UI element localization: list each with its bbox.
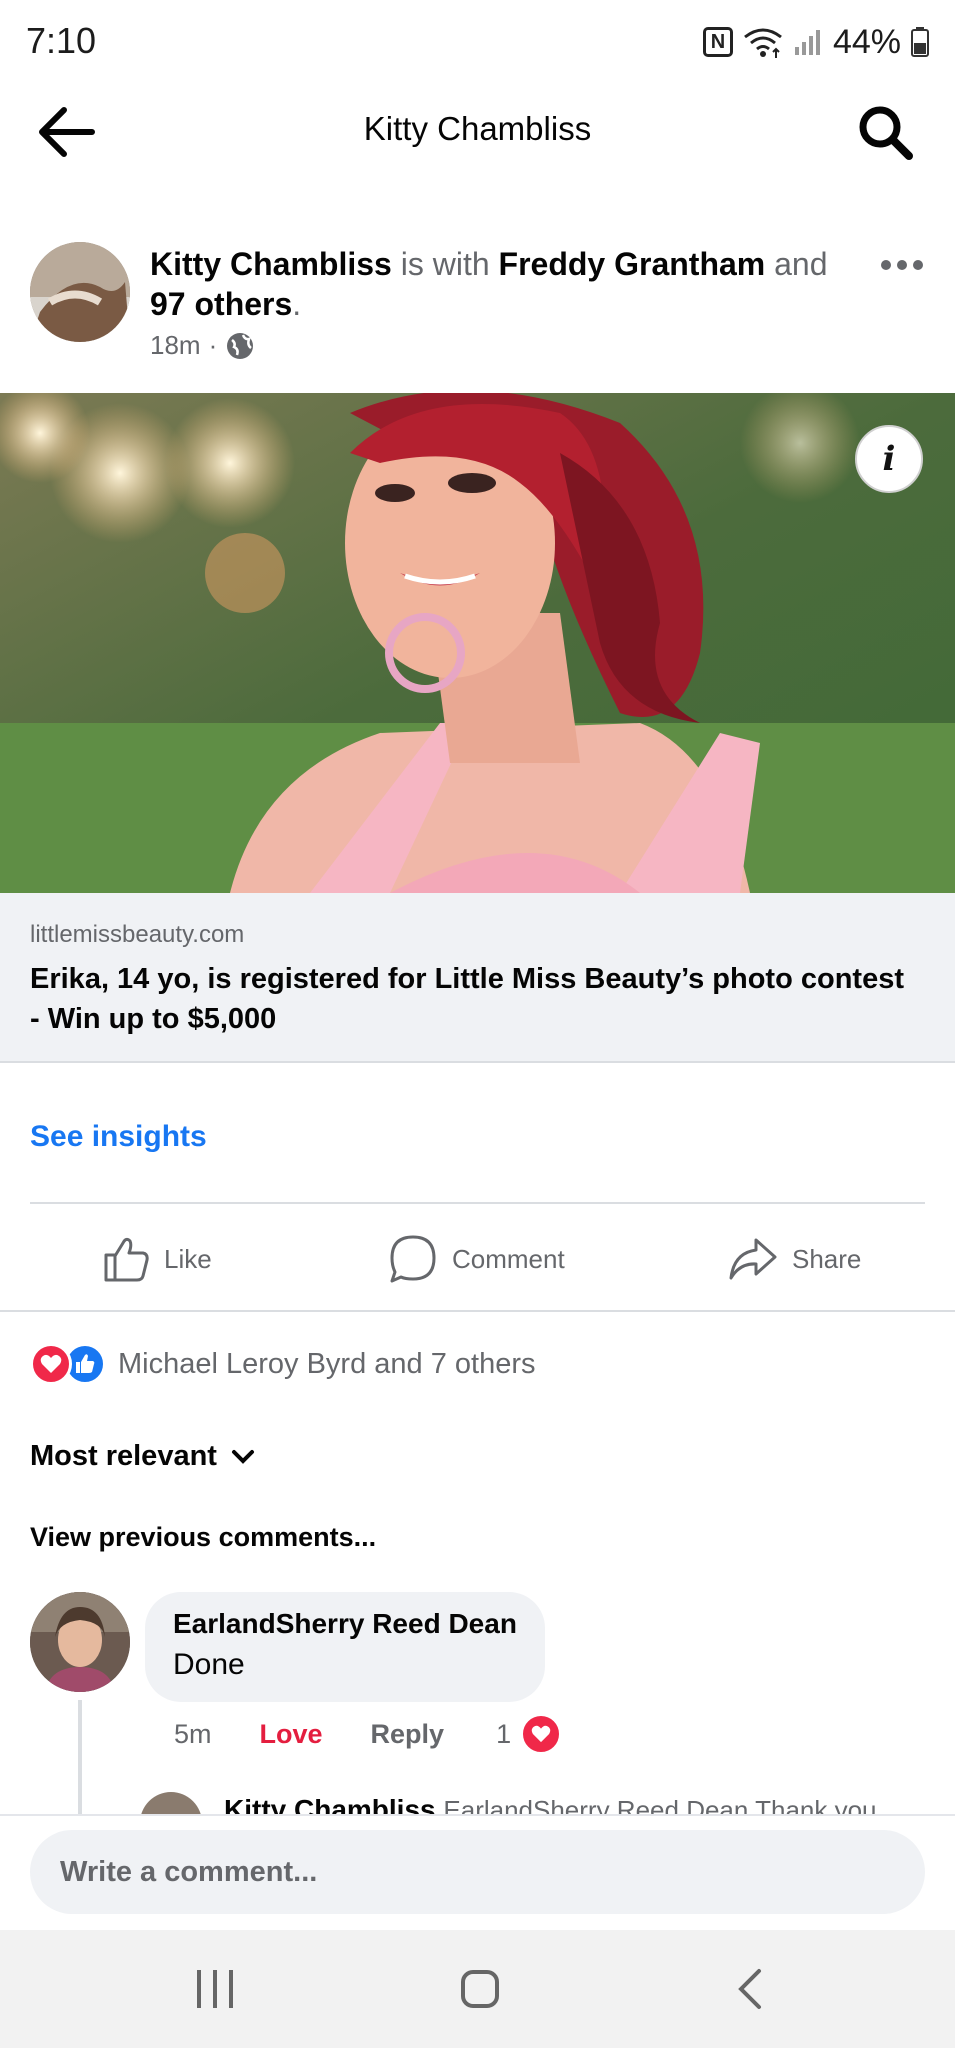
heart-icon	[40, 1354, 62, 1373]
comment-time: 5m	[174, 1718, 212, 1749]
link-domain: littlemissbeauty.com	[30, 921, 245, 948]
reply-text: Kitty Chambliss EarlandSherry Reed Dean …	[224, 1794, 877, 1814]
share-arrow-icon	[729, 1238, 777, 1280]
with-text: is with	[400, 246, 490, 282]
comment-bubble-icon	[390, 1235, 436, 1283]
nfc-icon: N	[702, 27, 733, 57]
avatar-photo	[30, 1592, 130, 1692]
comment-author[interactable]: EarlandSherry Reed Dean	[173, 1608, 517, 1640]
reactions-summary[interactable]: Michael Leroy Byrd and 7 others	[30, 1342, 536, 1386]
comment-button[interactable]: Comment	[388, 1234, 565, 1284]
comment-composer: Write a comment...	[0, 1814, 955, 1930]
post-header: Kitty Chambliss is with Freddy Grantham …	[0, 240, 955, 390]
post-meta: 18m ·	[150, 330, 255, 361]
dot-icon	[897, 260, 907, 270]
recents-button[interactable]	[190, 1964, 240, 2014]
photo-image	[0, 393, 955, 893]
system-nav-bar	[0, 1930, 955, 2048]
system-back-button[interactable]	[730, 1964, 770, 2014]
bar-icon	[229, 1970, 233, 2008]
chevron-left-icon	[738, 1969, 761, 2009]
comment-bubble[interactable]: EarlandSherry Reed Dean Done	[145, 1592, 545, 1702]
battery-icon	[911, 27, 929, 57]
status-time: 7:10	[26, 20, 97, 61]
avatar-photo	[30, 242, 130, 342]
page-title: Kitty Chambliss	[363, 110, 592, 147]
globe-icon	[227, 332, 254, 359]
info-button[interactable]: i	[855, 425, 923, 493]
wifi-icon	[744, 28, 782, 58]
reply-body: EarlandSherry Reed Dean Thank you	[443, 1795, 877, 1814]
dot-icon	[913, 260, 923, 270]
love-reaction-icon[interactable]	[521, 1714, 562, 1754]
signal-icon	[794, 30, 820, 55]
thumbs-up-icon	[104, 1237, 149, 1282]
comment-input[interactable]: Write a comment...	[30, 1830, 925, 1914]
love-reaction-icon	[30, 1343, 72, 1385]
reactions-text: Michael Leroy Byrd and 7 others	[118, 1347, 536, 1380]
reply-thread-line	[78, 1700, 82, 1816]
link-title: Erika, 14 yo, is registered for Little M…	[30, 963, 904, 1035]
commenter-avatar[interactable]	[30, 1592, 130, 1692]
link-preview[interactable]: littlemissbeauty.com Erika, 14 yo, is re…	[0, 893, 955, 1063]
post-time[interactable]: 18m	[150, 330, 201, 361]
status-bar: 7:10 N 44%	[0, 0, 955, 84]
comment-actions: 5m Love Reply 1	[174, 1714, 562, 1754]
status-icons: N 44%	[702, 20, 929, 64]
battery-percent: 44%	[832, 22, 901, 61]
like-button[interactable]: Like	[102, 1234, 212, 1284]
dot-icon	[881, 260, 891, 270]
search-button[interactable]	[855, 102, 915, 162]
share-button[interactable]: Share	[728, 1234, 861, 1284]
love-button[interactable]: Love	[260, 1719, 323, 1750]
comment-reaction-count[interactable]: 1	[496, 1719, 511, 1750]
sort-label: Most relevant	[30, 1440, 217, 1472]
more-options-button[interactable]	[877, 252, 927, 278]
reply-button[interactable]: Reply	[371, 1719, 445, 1750]
reply-preview[interactable]: Kitty Chambliss EarlandSherry Reed Dean …	[140, 1790, 900, 1814]
post-action-bar: Like Comment Share	[0, 1204, 955, 1312]
view-previous-comments[interactable]: View previous comments...	[30, 1522, 376, 1553]
search-icon	[859, 106, 913, 160]
comment-label: Comment	[452, 1243, 565, 1274]
post-author-line: Kitty Chambliss is with Freddy Grantham …	[150, 246, 828, 322]
meta-separator: ·	[208, 330, 218, 360]
reply-author: Kitty Chambliss	[224, 1794, 436, 1814]
top-app-bar: Kitty Chambliss	[0, 84, 955, 180]
post-photo[interactable]: i	[0, 393, 955, 893]
comment-text: Done	[173, 1648, 245, 1681]
see-insights-link[interactable]: See insights	[30, 1120, 207, 1154]
thumbs-up-icon	[76, 1354, 95, 1373]
author-name[interactable]: Kitty Chambliss	[150, 246, 392, 282]
tagged-friend[interactable]: Freddy Grantham	[499, 246, 766, 282]
bar-icon	[197, 1970, 201, 2008]
chevron-down-icon	[231, 1449, 254, 1464]
author-avatar[interactable]	[30, 242, 130, 342]
and-text: and	[774, 246, 828, 282]
like-label: Like	[164, 1243, 212, 1274]
share-label: Share	[792, 1243, 862, 1274]
home-button[interactable]	[458, 1964, 502, 2014]
reply-avatar	[140, 1792, 202, 1814]
comment-sort-dropdown[interactable]: Most relevant	[30, 1440, 255, 1473]
home-square-icon	[461, 1970, 499, 2008]
others-word[interactable]: others	[194, 286, 292, 322]
heart-icon	[531, 1725, 551, 1743]
others-count[interactable]: 97	[150, 286, 186, 322]
bar-icon	[213, 1970, 217, 2008]
